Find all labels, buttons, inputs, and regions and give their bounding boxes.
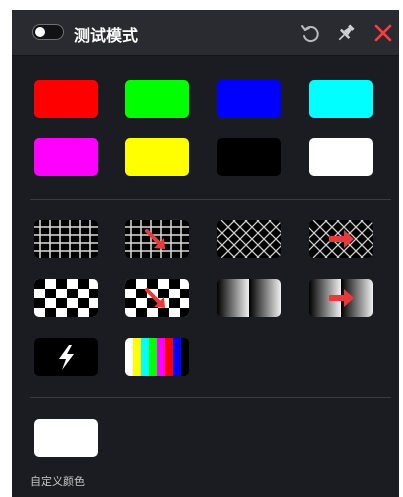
pattern-crosshatch[interactable] — [217, 220, 281, 258]
test-pattern-panel: 测试模式 自定义颜色 — [12, 10, 399, 497]
section-divider — [30, 199, 391, 200]
pattern-gradient-moving[interactable] — [309, 279, 373, 317]
pattern-gradient[interactable] — [217, 279, 281, 317]
swatch-cyan[interactable] — [309, 80, 373, 118]
panel-header: 测试模式 — [12, 10, 399, 56]
panel-title: 测试模式 — [74, 26, 139, 45]
custom-color-label: 自定义颜色 — [30, 475, 85, 488]
test-mode-toggle[interactable] — [32, 24, 64, 40]
swatch-red[interactable] — [34, 80, 98, 118]
swatch-black[interactable] — [217, 138, 281, 176]
swatch-green[interactable] — [125, 80, 189, 118]
close-icon[interactable] — [371, 21, 395, 45]
swatch-white[interactable] — [309, 138, 373, 176]
undo-icon[interactable] — [298, 21, 322, 45]
section-divider — [30, 397, 391, 398]
pattern-grid-moving[interactable] — [125, 220, 189, 258]
panel-content: 自定义颜色 — [12, 56, 399, 497]
toggle-knob — [35, 27, 45, 37]
pattern-checkerboard-moving[interactable] — [125, 279, 189, 317]
swatch-magenta[interactable] — [34, 138, 98, 176]
pattern-flash[interactable] — [34, 338, 98, 376]
pin-icon[interactable] — [334, 21, 358, 45]
swatch-yellow[interactable] — [125, 138, 189, 176]
pattern-grid[interactable] — [34, 220, 98, 258]
pattern-checkerboard[interactable] — [34, 279, 98, 317]
pattern-crosshatch-moving[interactable] — [309, 220, 373, 258]
custom-color-swatch[interactable] — [34, 419, 98, 457]
pattern-color-bars[interactable] — [125, 338, 189, 376]
swatch-blue[interactable] — [217, 80, 281, 118]
